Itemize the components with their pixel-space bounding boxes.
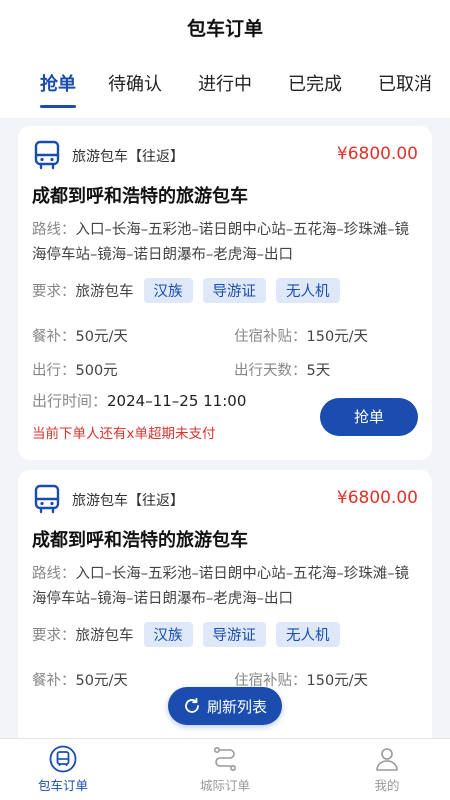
refresh-icon	[185, 697, 199, 713]
route-line: 路线：入口–长海–五彩池–诺日朗中心站–五花海–珍珠滩–镜海停车站–镜海–诺日朗…	[32, 562, 422, 612]
tab-pending[interactable]: 待确认	[108, 70, 162, 96]
order-price: ¥6800.00	[336, 144, 418, 164]
order-type: 旅游包车【往返】	[72, 149, 184, 165]
tabbar-label: 我的	[374, 778, 400, 793]
tab-cancelled[interactable]: 已取消	[378, 70, 432, 96]
requirement-tag: 汉族	[143, 278, 193, 303]
tab-in-progress[interactable]: 进行中	[198, 70, 252, 96]
tabbar-label: 包车订单	[37, 778, 88, 793]
tabbar-item-intercity-orders[interactable]: 城际订单	[175, 745, 275, 794]
active-tab-indicator	[40, 105, 76, 108]
order-title: 成都到呼和浩特的旅游包车	[32, 186, 248, 207]
order-type: 旅游包车【往返】	[72, 493, 184, 509]
trip-key: 出行：	[32, 363, 76, 379]
lodging-value: 150元/天	[306, 673, 369, 689]
days-key: 出行天数：	[234, 363, 307, 379]
order-title: 成都到呼和浩特的旅游包车	[32, 530, 248, 551]
grab-order-button[interactable]: 抢单	[320, 398, 418, 436]
requirement-tag: 无人机	[276, 278, 340, 303]
meal-allowance: 餐补：50元/天	[32, 325, 128, 346]
bottom-tabbar: 包车订单 城际订单 我的	[0, 738, 450, 800]
person-icon	[376, 748, 398, 771]
overdue-warning: 当前下单人还有x单超期未支付	[32, 426, 216, 442]
meal-value: 50元/天	[75, 673, 128, 689]
bus-icon	[34, 484, 60, 514]
trip-fee: 出行：500元	[32, 359, 118, 380]
tab-completed[interactable]: 已完成	[288, 70, 342, 96]
requirements-row: 要求： 旅游包车 汉族 导游证 无人机	[32, 622, 340, 647]
requirement-tag: 汉族	[143, 622, 193, 647]
meal-value: 50元/天	[75, 329, 128, 345]
meal-allowance: 餐补：50元/天	[32, 669, 128, 690]
route-key: 路线：	[32, 566, 76, 582]
start-time: 出行时间：2024–11–25 11:00	[32, 390, 246, 411]
refresh-label: 刷新列表	[206, 697, 267, 716]
route-value: 入口–长海–五彩池–诺日朗中心站–五花海–珍珠滩–镜海停车站–镜海–诺日朗瀑布–…	[32, 222, 409, 263]
lodging-allowance: 住宿补贴：150元/天	[234, 325, 368, 346]
bus-icon	[49, 745, 77, 773]
meal-key: 餐补：	[32, 329, 76, 345]
route-icon	[213, 746, 236, 771]
trip-days: 出行天数：5天	[234, 359, 330, 380]
requirement-tag: 导游证	[202, 278, 266, 303]
lodging-value: 150元/天	[306, 329, 369, 345]
requirements-value: 旅游包车	[75, 284, 134, 300]
time-key: 出行时间：	[32, 392, 108, 410]
route-key: 路线：	[32, 222, 76, 238]
requirements-value: 旅游包车	[75, 628, 134, 644]
order-price: ¥6800.00	[336, 488, 418, 508]
lodging-key: 住宿补贴：	[234, 329, 307, 345]
app-screen: 包车订单 抢单 待确认 进行中 已完成 已取消 旅游包车【往返】 ¥6800.0…	[0, 0, 450, 800]
trip-value: 500元	[75, 363, 118, 379]
requirements-row: 要求： 旅游包车 汉族 导游证 无人机	[32, 278, 340, 303]
header: 包车订单 抢单 待确认 进行中 已完成 已取消	[0, 0, 450, 118]
page-title: 包车订单	[186, 18, 263, 40]
tab-grab[interactable]: 抢单	[40, 70, 76, 96]
tabbar-item-profile[interactable]: 我的	[337, 745, 437, 794]
requirement-tag: 导游证	[202, 622, 266, 647]
order-list[interactable]: 旅游包车【往返】 ¥6800.00 成都到呼和浩特的旅游包车 路线：入口–长海–…	[0, 118, 450, 738]
requirements-key: 要求：	[32, 628, 76, 644]
refresh-list-button[interactable]: 刷新列表	[168, 687, 282, 725]
tabbar-item-charter-orders[interactable]: 包车订单	[13, 745, 113, 794]
bus-icon	[34, 140, 60, 170]
route-line: 路线：入口–长海–五彩池–诺日朗中心站–五花海–珍珠滩–镜海停车站–镜海–诺日朗…	[32, 218, 422, 268]
days-value: 5天	[306, 363, 331, 379]
status-tabs: 抢单 待确认 进行中 已完成 已取消	[0, 70, 450, 110]
meal-key: 餐补：	[32, 673, 76, 689]
tabbar-label: 城际订单	[199, 778, 250, 793]
order-card[interactable]: 旅游包车【往返】 ¥6800.00 成都到呼和浩特的旅游包车 路线：入口–长海–…	[18, 126, 432, 460]
requirement-tag: 无人机	[276, 622, 340, 647]
time-value: 2024–11–25 11:00	[107, 392, 247, 410]
requirements-key: 要求：	[32, 284, 76, 300]
route-value: 入口–长海–五彩池–诺日朗中心站–五花海–珍珠滩–镜海停车站–镜海–诺日朗瀑布–…	[32, 566, 409, 607]
